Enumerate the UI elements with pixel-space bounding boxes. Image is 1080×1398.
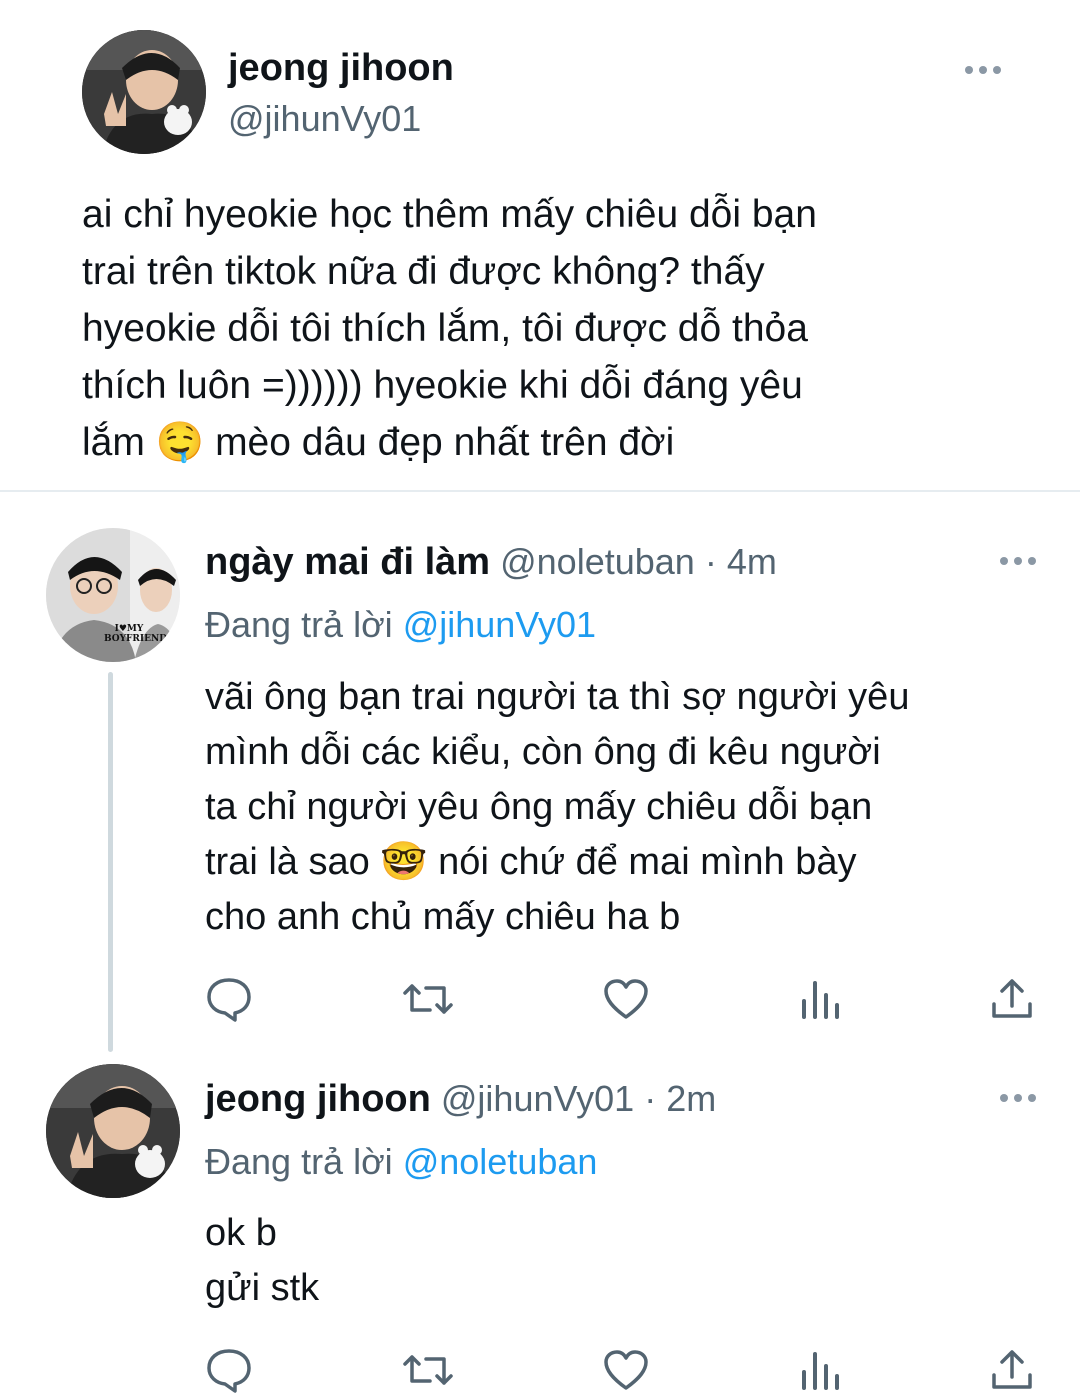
more-icon[interactable] <box>1000 1094 1036 1102</box>
text-line: ai chỉ hyeokie học thêm mấy chiêu dỗi bạ… <box>82 193 817 236</box>
reply1-display-name[interactable]: ngày mai đi làm <box>205 541 490 583</box>
reply2-replying-to: Đang trả lời @noletuban <box>205 1139 597 1185</box>
share-icon[interactable] <box>989 1347 1035 1393</box>
thread-line <box>108 672 113 1052</box>
reply2-handle[interactable]: @jihunVy01 <box>441 1078 634 1119</box>
replying-to-label: Đang trả lời <box>205 1141 393 1182</box>
like-icon[interactable] <box>602 1348 650 1392</box>
reply1-time[interactable]: · 4m <box>705 541 777 582</box>
replying-to-link[interactable]: @noletuban <box>403 1141 598 1182</box>
text-line: gửi stk <box>205 1267 320 1309</box>
retweet-icon[interactable] <box>402 978 454 1020</box>
reply2-header: jeong jihoon @jihunVy01 · 2m <box>205 1075 716 1123</box>
more-icon[interactable] <box>965 66 1001 74</box>
views-icon[interactable] <box>799 1348 841 1392</box>
reply1-header: ngày mai đi làm @noletuban · 4m <box>205 538 777 586</box>
text-line: hyeokie dỗi tôi thích lắm, tôi được dỗ t… <box>82 307 808 350</box>
retweet-icon[interactable] <box>402 1349 454 1391</box>
reply2-text: ok b gửi stk <box>205 1206 1065 1316</box>
replying-to-link[interactable]: @jihunVy01 <box>403 604 596 645</box>
more-icon[interactable] <box>1000 557 1036 565</box>
text-line: vãi ông bạn trai người ta thì sợ người y… <box>205 676 910 718</box>
replying-to-label: Đang trả lời <box>205 604 393 645</box>
reply1-text: vãi ông bạn trai người ta thì sợ người y… <box>205 670 1065 945</box>
reply1-handle[interactable]: @noletuban <box>500 541 695 582</box>
text-line: ok b <box>205 1212 277 1254</box>
text-line: trai là sao 🤓 nói chứ để mai mình bày <box>205 841 857 883</box>
reply1-actions <box>205 976 1035 1022</box>
avatar-jeong-jihoon[interactable] <box>82 30 206 154</box>
avatar-ngay-mai-di-lam[interactable]: I♥MY BOYFRIEND <box>46 528 180 662</box>
text-line: ta chỉ người yêu ông mấy chiêu dỗi bạn <box>205 786 873 828</box>
text-line: lắm 🤤 mèo dâu đẹp nhất trên đời <box>82 421 675 464</box>
text-line: mình dỗi các kiểu, còn ông đi kêu người <box>205 731 881 773</box>
reply2-display-name[interactable]: jeong jihoon <box>205 1078 431 1120</box>
like-icon[interactable] <box>602 977 650 1021</box>
avatar-jeong-jihoon[interactable] <box>46 1064 180 1198</box>
text-line: trai trên tiktok nữa đi được không? thấy <box>82 250 765 293</box>
reply-icon[interactable] <box>205 1347 253 1393</box>
reply2-time[interactable]: · 2m <box>644 1078 716 1119</box>
share-icon[interactable] <box>989 976 1035 1022</box>
reply-icon[interactable] <box>205 976 253 1022</box>
reply2-actions <box>205 1347 1035 1393</box>
reply1-replying-to: Đang trả lời @jihunVy01 <box>205 602 596 648</box>
divider <box>0 490 1080 492</box>
text-line: thích luôn =)))))) hyeokie khi dỗi đáng … <box>82 364 803 407</box>
avatar-caption: I♥MY BOYFRIEND <box>104 624 168 644</box>
views-icon[interactable] <box>799 977 841 1021</box>
main-display-name[interactable]: jeong jihoon <box>228 44 454 92</box>
main-tweet-text: ai chỉ hyeokie học thêm mấy chiêu dỗi bạ… <box>82 186 1042 471</box>
text-line: cho anh chủ mấy chiêu ha b <box>205 896 681 938</box>
main-handle[interactable]: @jihunVy01 <box>228 96 421 142</box>
